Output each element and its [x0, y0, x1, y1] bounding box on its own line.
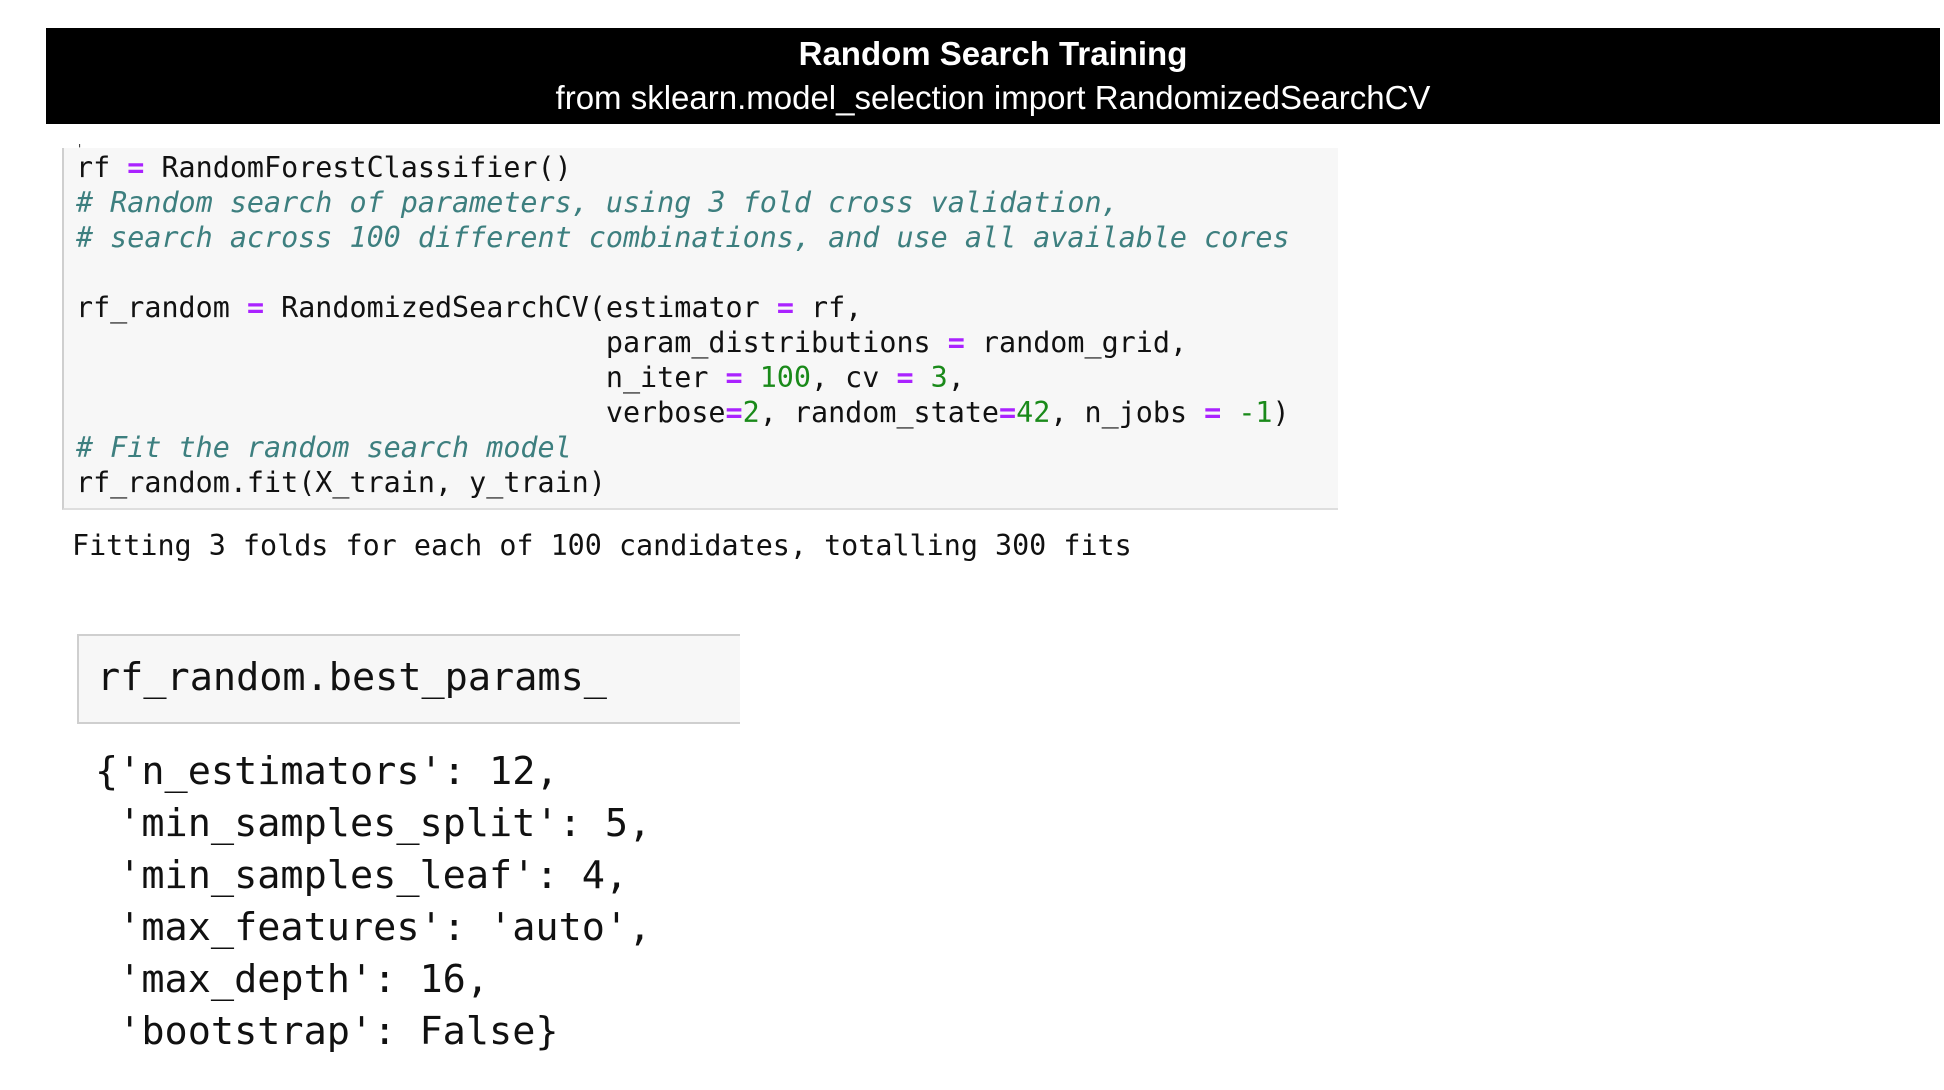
code-block-random-search[interactable]: rf = RandomForestClassifier() # Random se… [76, 150, 1290, 500]
code-operator: = [725, 396, 743, 429]
code-number: 100 [759, 361, 811, 394]
banner-title: Random Search Training [798, 35, 1188, 72]
code-token: , [947, 361, 965, 394]
code-number: 3 [930, 361, 948, 394]
title-banner: Random Search Training from sklearn.mode… [46, 28, 1940, 124]
code-best-params[interactable]: rf_random.best_params_ [97, 654, 607, 702]
code-line: rf_random.fit(X_train, y_train) [76, 465, 1290, 500]
code-token: rf_random.fit(X_train, y_train) [76, 466, 606, 499]
output-dict-line: 'bootstrap': False} [95, 1009, 559, 1054]
code-line: verbose=2, random_state=42, n_jobs = -1) [76, 395, 1290, 430]
output-dict-line: 'max_depth': 16, [95, 957, 490, 1002]
code-operator: = [725, 361, 743, 394]
code-operator: = [1204, 396, 1222, 429]
banner-subtitle: from sklearn.model_selection import Rand… [555, 79, 1431, 116]
code-number: 2 [742, 396, 760, 429]
code-token: RandomizedSearchCV(estimator [264, 291, 777, 324]
output-dict-line: 'max_features': 'auto', [95, 905, 652, 950]
code-comment: # Fit the random search model [76, 431, 572, 464]
output-best-params-dict: {'n_estimators': 12, 'min_samples_split'… [95, 746, 651, 1058]
code-token: , cv [811, 361, 897, 394]
code-token: n_iter [76, 361, 726, 394]
code-operator: = [776, 291, 794, 324]
output-dict-line: {'n_estimators': 12, [95, 749, 559, 794]
output-dict-line: 'min_samples_leaf': 4, [95, 853, 629, 898]
code-cell-best-params[interactable]: rf_random.best_params_ [77, 634, 740, 724]
code-line: param_distributions = random_grid, [76, 325, 1290, 360]
code-cell-random-search[interactable]: ' rf = RandomForestClassifier() # Random … [62, 142, 1338, 510]
code-comment: # search across 100 different combinatio… [76, 221, 1290, 254]
code-line: # search across 100 different combinatio… [76, 220, 1290, 255]
code-token: rf [76, 151, 128, 184]
code-number: 42 [1016, 396, 1051, 429]
code-token: param_distributions [76, 326, 948, 359]
code-line: n_iter = 100, cv = 3, [76, 360, 1290, 395]
output-dict-line: 'min_samples_split': 5, [95, 801, 652, 846]
code-line: # Fit the random search model [76, 430, 1290, 465]
code-token: RandomForestClassifier() [144, 151, 572, 184]
code-line: rf_random = RandomizedSearchCV(estimator… [76, 290, 1290, 325]
code-comment: # Random search of parameters, using 3 f… [76, 186, 1119, 219]
code-token: rf, [793, 291, 863, 324]
output-fitting-message: Fitting 3 folds for each of 100 candidat… [72, 529, 1132, 562]
code-token: verbose [76, 396, 726, 429]
code-operator: = [999, 396, 1017, 429]
code-token: , random_state [759, 396, 1000, 429]
code-operator: = [127, 151, 145, 184]
code-token: random_grid, [964, 326, 1188, 359]
code-line: rf = RandomForestClassifier() [76, 150, 1290, 185]
code-number: -1 [1238, 396, 1273, 429]
code-token: rf_random [76, 291, 247, 324]
code-operator: = [896, 361, 914, 394]
code-line: # Random search of parameters, using 3 f… [76, 185, 1290, 220]
code-operator: = [947, 326, 965, 359]
code-operator: = [246, 291, 265, 324]
code-token: ) [1272, 396, 1290, 429]
code-token: , n_jobs [1050, 396, 1205, 429]
